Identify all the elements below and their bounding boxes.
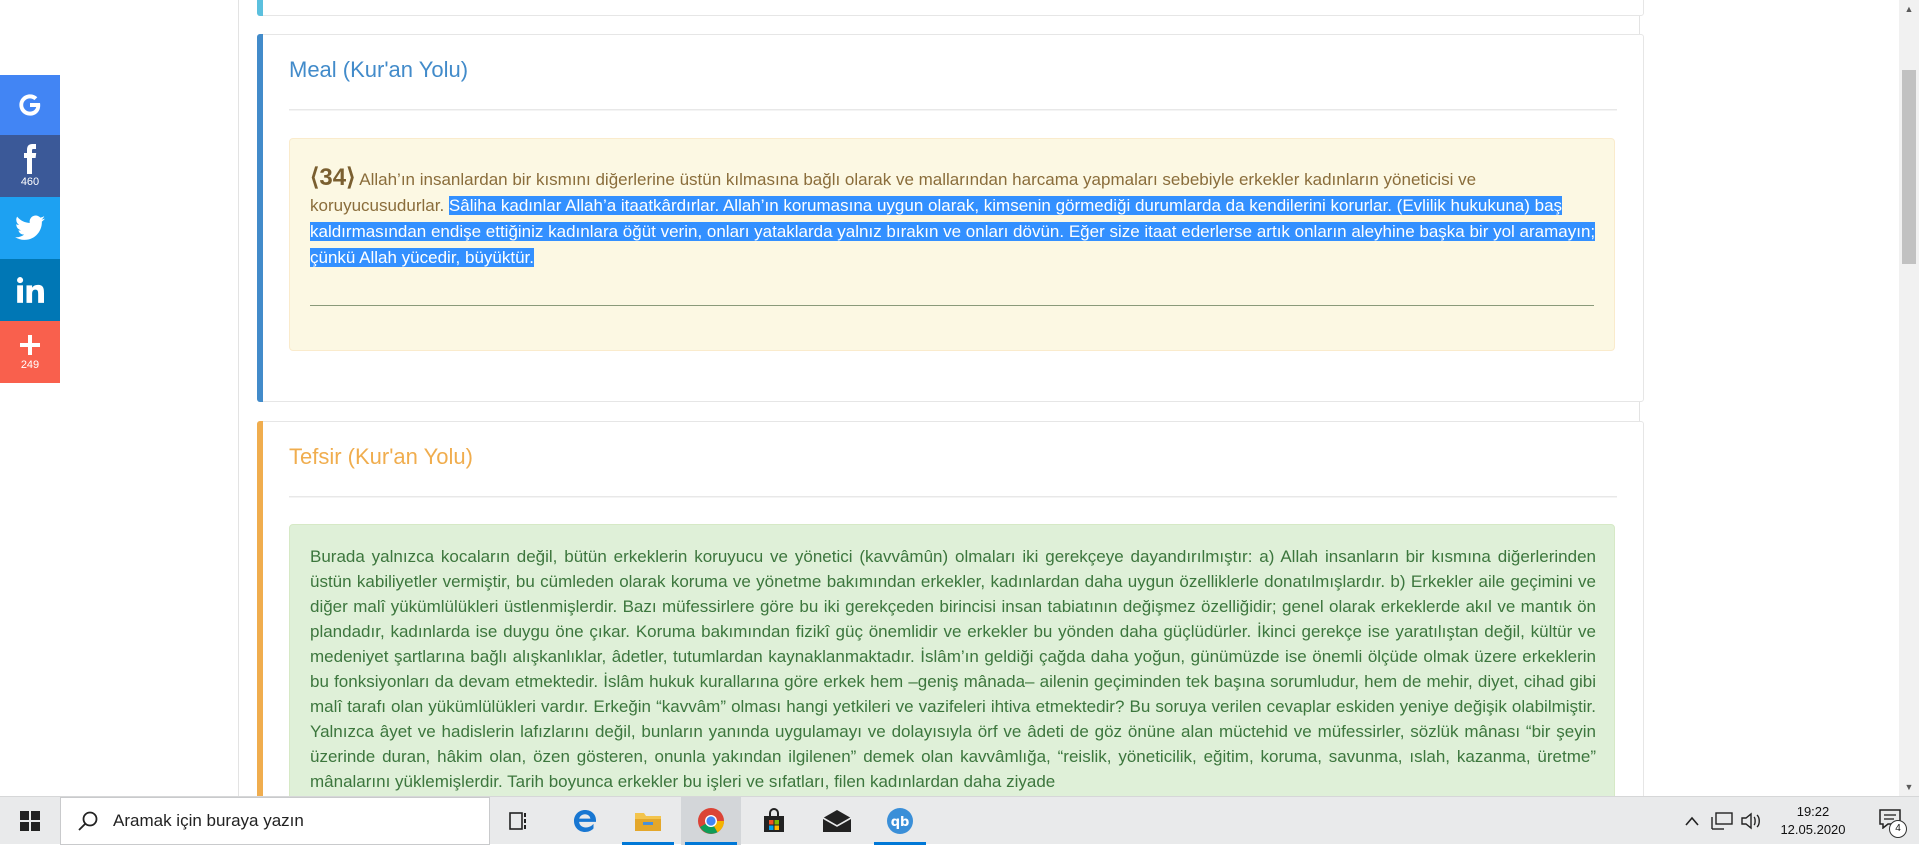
windows-taskbar: Aramak için buraya yazın qb 19:22 12.05.…	[0, 796, 1919, 845]
edge-taskbar-button[interactable]	[555, 797, 615, 845]
qbittorrent-icon: qb	[887, 808, 913, 834]
meal-panel-accent	[257, 34, 263, 402]
tefsir-box: Burada yalnızca kocaların değil, bütün e…	[289, 524, 1615, 796]
speaker-icon	[1741, 812, 1760, 830]
chrome-icon	[698, 808, 724, 834]
taskbar-search-box[interactable]: Aramak için buraya yazın	[60, 797, 490, 845]
volume-button[interactable]	[1738, 797, 1766, 845]
tefsir-text[interactable]: Burada yalnızca kocaların değil, bütün e…	[310, 544, 1596, 794]
task-view-button[interactable]	[490, 797, 550, 845]
windows-logo-icon	[20, 811, 40, 831]
google-icon	[19, 94, 41, 116]
twitter-share-button[interactable]	[0, 197, 60, 259]
search-placeholder: Aramak için buraya yazın	[113, 811, 304, 830]
google-share-button[interactable]	[0, 75, 60, 135]
meal-text-selected: Sâliha kadınlar Allah’a itaatkârdırlar. …	[310, 196, 1596, 267]
store-taskbar-button[interactable]	[744, 797, 804, 845]
search-icon	[78, 811, 98, 831]
tefsir-divider	[289, 496, 1617, 498]
more-share-button[interactable]: 249	[0, 321, 60, 383]
meal-panel: Meal (Kur'an Yolu) ⟨34⟩ Allah’ın insanla…	[257, 34, 1644, 402]
action-center-button[interactable]: 4	[1870, 797, 1910, 845]
scroll-down-icon[interactable]: ▼	[1899, 778, 1919, 796]
network-icon	[1711, 812, 1733, 830]
scrollbar-thumb[interactable]	[1902, 70, 1916, 264]
facebook-icon	[24, 144, 37, 174]
network-button[interactable]	[1708, 797, 1736, 845]
previous-panel	[257, 0, 1644, 16]
facebook-share-button[interactable]: 460	[0, 135, 60, 197]
clock-time: 19:22	[1796, 804, 1830, 819]
file-explorer-taskbar-button[interactable]	[618, 797, 678, 845]
mail-icon	[822, 810, 852, 832]
share-bar: 460 249	[0, 75, 60, 383]
chrome-taskbar-button[interactable]	[681, 797, 741, 845]
tefsir-panel-accent	[257, 421, 263, 796]
meal-text[interactable]: ⟨34⟩ Allah’ın insanlardan bir kısmını di…	[310, 165, 1596, 271]
linkedin-share-button[interactable]	[0, 259, 60, 321]
mail-taskbar-button[interactable]	[807, 797, 867, 845]
linkedin-icon	[17, 277, 44, 303]
svg-text:qb: qb	[891, 815, 910, 830]
meal-title: Meal (Kur'an Yolu)	[289, 57, 469, 82]
qbittorrent-taskbar-button[interactable]: qb	[870, 797, 930, 845]
facebook-share-count: 460	[20, 176, 40, 188]
taskbar-clock[interactable]: 19:22 12.05.2020	[1768, 803, 1858, 839]
plus-icon	[20, 335, 40, 355]
meal-divider	[289, 109, 1617, 111]
more-share-count: 249	[20, 359, 40, 371]
chevron-up-icon	[1685, 816, 1699, 826]
twitter-icon	[15, 215, 45, 240]
tefsir-panel: Tefsir (Kur'an Yolu) Burada yalnızca koc…	[257, 421, 1644, 796]
verse-number: ⟨34⟩	[310, 164, 356, 191]
task-view-icon	[509, 812, 526, 830]
meal-box-rule	[310, 305, 1594, 306]
meal-box: ⟨34⟩ Allah’ın insanlardan bir kısmını di…	[289, 138, 1615, 351]
browser-viewport: Meal (Kur'an Yolu) ⟨34⟩ Allah’ın insanla…	[0, 0, 1899, 796]
scroll-up-icon[interactable]: ▲	[1899, 0, 1919, 18]
vertical-scrollbar[interactable]: ▲ ▼	[1899, 0, 1919, 796]
edge-icon	[574, 810, 596, 832]
store-icon	[764, 808, 784, 832]
clock-date: 12.05.2020	[1780, 822, 1846, 837]
tefsir-title: Tefsir (Kur'an Yolu)	[289, 444, 473, 469]
start-button[interactable]	[0, 797, 60, 845]
show-hidden-icons-button[interactable]	[1680, 797, 1704, 845]
file-explorer-icon	[635, 813, 661, 831]
notification-count-badge: 4	[1889, 819, 1907, 838]
